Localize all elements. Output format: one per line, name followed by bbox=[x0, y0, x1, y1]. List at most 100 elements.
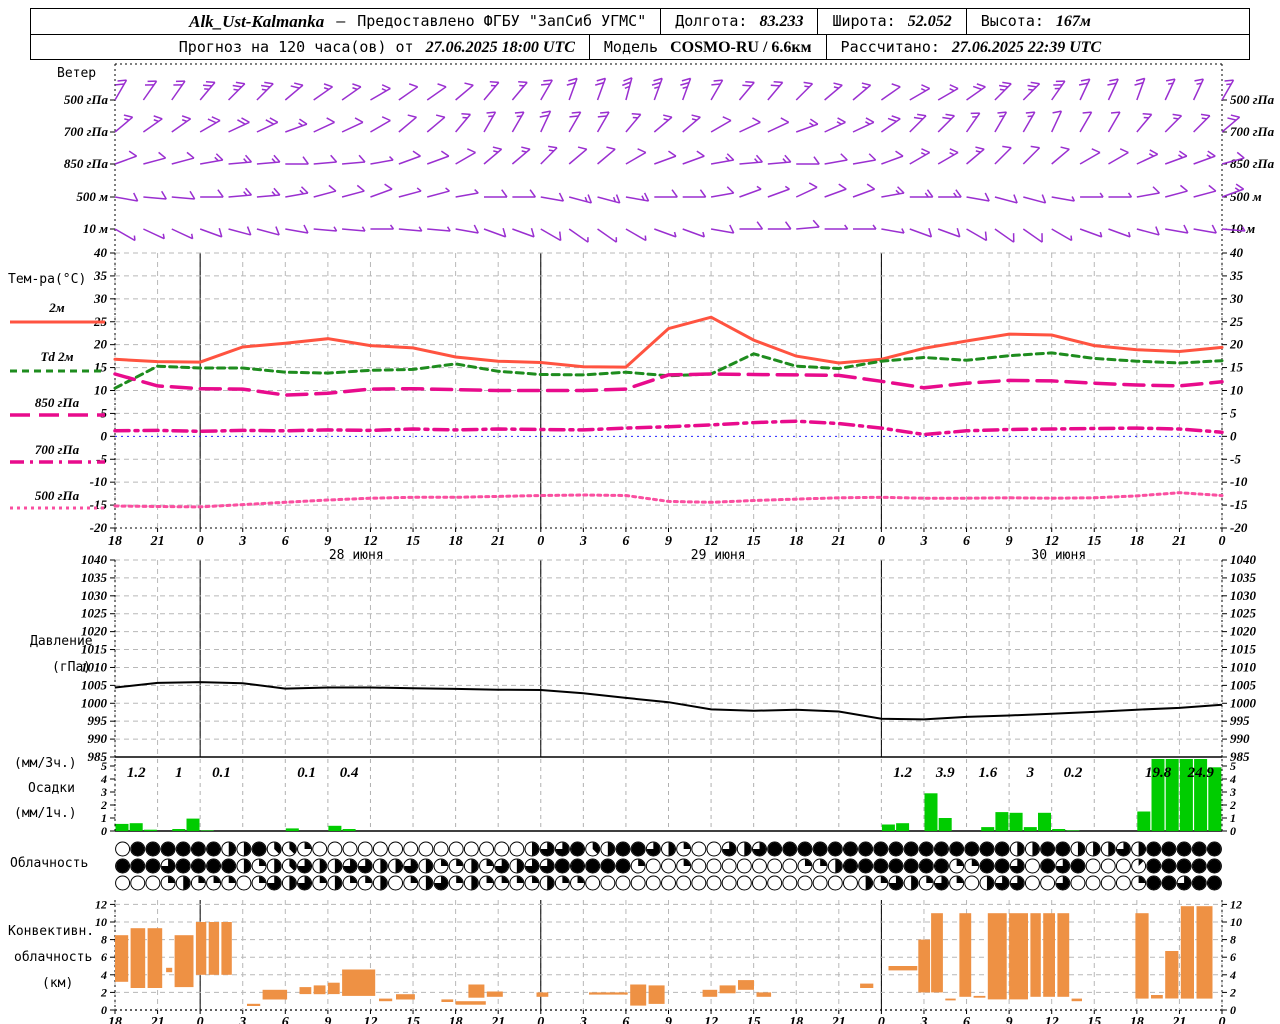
svg-text:9: 9 bbox=[324, 534, 331, 549]
svg-text:40: 40 bbox=[1229, 245, 1244, 260]
svg-text:19.8: 19.8 bbox=[1145, 765, 1172, 781]
svg-text:12: 12 bbox=[1230, 897, 1242, 911]
svg-text:1040: 1040 bbox=[1230, 552, 1257, 567]
svg-text:0.1: 0.1 bbox=[212, 765, 231, 781]
precip-bar bbox=[924, 793, 938, 831]
svg-text:9: 9 bbox=[1006, 1015, 1013, 1024]
svg-text:21: 21 bbox=[150, 1015, 165, 1024]
svg-text:0: 0 bbox=[537, 534, 544, 549]
svg-text:1020: 1020 bbox=[1230, 624, 1257, 639]
svg-text:2: 2 bbox=[100, 798, 107, 812]
svg-text:1: 1 bbox=[101, 811, 107, 825]
precip-bar bbox=[285, 828, 299, 831]
svg-text:1005: 1005 bbox=[81, 677, 108, 692]
precip-bar bbox=[1009, 812, 1023, 831]
svg-text:0.4: 0.4 bbox=[340, 765, 359, 781]
svg-text:15: 15 bbox=[747, 534, 761, 549]
svg-text:0: 0 bbox=[197, 534, 204, 549]
svg-text:40: 40 bbox=[93, 245, 108, 260]
convective-bar bbox=[174, 935, 194, 988]
convective-bar bbox=[379, 998, 393, 1002]
svg-text:3: 3 bbox=[1026, 765, 1035, 781]
svg-text:1005: 1005 bbox=[1230, 677, 1257, 692]
svg-text:500 гПа: 500 гПа bbox=[64, 92, 109, 107]
precip-bar bbox=[938, 818, 952, 831]
wind-barb-row-2 bbox=[114, 145, 1245, 165]
precip-bar bbox=[200, 830, 214, 831]
convective-bar bbox=[195, 922, 207, 975]
svg-text:4: 4 bbox=[100, 968, 107, 982]
svg-text:1015: 1015 bbox=[81, 642, 108, 657]
svg-text:6: 6 bbox=[963, 1015, 970, 1024]
convective-bar bbox=[247, 1003, 261, 1006]
svg-text:700 гПа: 700 гПа bbox=[64, 124, 109, 139]
convective-bar bbox=[468, 984, 485, 998]
svg-text:18: 18 bbox=[108, 534, 122, 549]
svg-text:35: 35 bbox=[93, 268, 108, 283]
svg-text:2: 2 bbox=[1229, 798, 1236, 812]
convective-bar bbox=[342, 969, 376, 996]
svg-text:1025: 1025 bbox=[1230, 606, 1257, 621]
convective-bars bbox=[115, 906, 1213, 1006]
svg-text:0: 0 bbox=[1230, 1003, 1236, 1017]
svg-text:3: 3 bbox=[919, 1015, 927, 1024]
svg-text:24.9: 24.9 bbox=[1187, 765, 1215, 781]
svg-text:18: 18 bbox=[789, 534, 803, 549]
svg-text:3: 3 bbox=[238, 1015, 246, 1024]
svg-text:10 м: 10 м bbox=[83, 221, 108, 236]
svg-text:12: 12 bbox=[95, 897, 107, 911]
wind-barb-row-1 bbox=[114, 110, 1241, 133]
convective-bar bbox=[702, 989, 718, 997]
svg-text:1: 1 bbox=[175, 765, 183, 781]
svg-text:850 гПа: 850 гПа bbox=[1230, 156, 1275, 171]
temp-series-0 bbox=[113, 315, 1224, 369]
svg-text:6: 6 bbox=[1230, 950, 1236, 964]
convective-bar bbox=[147, 928, 163, 988]
svg-text:30 июня: 30 июня bbox=[1031, 548, 1086, 563]
convective-bar bbox=[130, 928, 146, 988]
svg-text:0.2: 0.2 bbox=[1064, 765, 1083, 781]
svg-text:21: 21 bbox=[1171, 534, 1186, 549]
svg-text:35: 35 bbox=[1229, 268, 1244, 283]
svg-text:990: 990 bbox=[88, 731, 108, 746]
svg-text:1: 1 bbox=[1230, 811, 1236, 825]
convective-bar bbox=[1165, 951, 1179, 999]
wind-barb-row-4 bbox=[114, 219, 1246, 243]
svg-text:6: 6 bbox=[101, 950, 107, 964]
convective-bar bbox=[299, 987, 312, 995]
svg-text:500 м: 500 м bbox=[1230, 189, 1262, 204]
precip-bar bbox=[328, 825, 342, 831]
convective-bar bbox=[648, 985, 665, 1004]
convective-bar bbox=[630, 984, 647, 1006]
svg-text:21: 21 bbox=[490, 1015, 505, 1024]
svg-text:2: 2 bbox=[1229, 985, 1236, 999]
svg-text:-20: -20 bbox=[90, 520, 108, 535]
svg-text:995: 995 bbox=[1230, 713, 1250, 728]
svg-text:21: 21 bbox=[150, 534, 165, 549]
svg-text:18: 18 bbox=[449, 534, 463, 549]
cloud-row-0 bbox=[115, 841, 1222, 857]
precip-bar bbox=[342, 829, 356, 831]
svg-text:0: 0 bbox=[101, 428, 108, 443]
svg-text:-10: -10 bbox=[1230, 474, 1248, 489]
svg-text:18: 18 bbox=[789, 1015, 803, 1024]
svg-text:5: 5 bbox=[1230, 759, 1236, 773]
wind-barb-row-3 bbox=[114, 182, 1245, 204]
svg-text:10: 10 bbox=[1230, 383, 1244, 398]
svg-text:12: 12 bbox=[704, 1015, 718, 1024]
svg-text:21: 21 bbox=[831, 534, 846, 549]
svg-text:0: 0 bbox=[1219, 1015, 1226, 1024]
convective-bar bbox=[1057, 913, 1070, 997]
svg-text:10: 10 bbox=[95, 915, 107, 929]
svg-text:30: 30 bbox=[1229, 291, 1244, 306]
svg-text:700 гПа: 700 гПа bbox=[1230, 124, 1275, 139]
svg-text:1.2: 1.2 bbox=[127, 765, 146, 781]
convective-bar bbox=[327, 982, 340, 995]
convective-bar bbox=[166, 967, 173, 973]
meteogram-chart: 40403535303025252020151510105500-5-5-10-… bbox=[10, 63, 1275, 1024]
svg-text:1015: 1015 bbox=[1230, 642, 1257, 657]
svg-text:1035: 1035 bbox=[81, 570, 108, 585]
svg-text:3: 3 bbox=[579, 534, 587, 549]
svg-text:1010: 1010 bbox=[81, 659, 108, 674]
svg-text:3: 3 bbox=[579, 1015, 587, 1024]
